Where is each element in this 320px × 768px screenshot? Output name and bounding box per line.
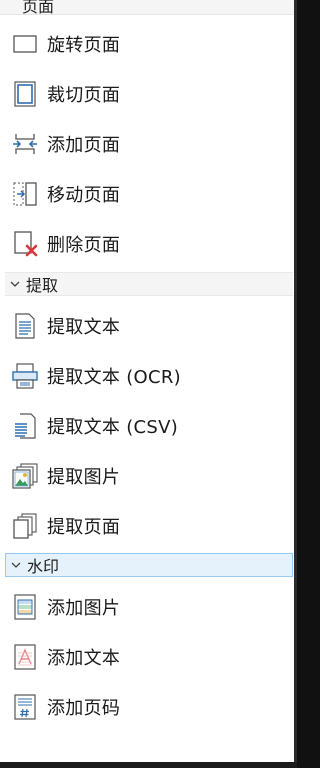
add-image-watermark-icon <box>12 594 38 620</box>
extract-pages-label: 提取页面 <box>47 517 121 538</box>
delete-page-icon <box>12 231 38 257</box>
delete-page-label: 删除页面 <box>47 235 121 256</box>
delete-page-item[interactable]: 删除页面 <box>0 224 294 264</box>
extract-images-icon <box>12 463 38 489</box>
extract-text-csv-label: 提取文本 (CSV) <box>47 417 179 438</box>
extract-text-icon <box>12 313 38 339</box>
extract-text-label: 提取文本 <box>47 317 121 338</box>
extract-text-ocr-label: 提取文本 (OCR) <box>47 367 182 388</box>
add-text-watermark-item[interactable]: 添加文本 <box>0 637 294 677</box>
extract-text-ocr-icon <box>12 363 38 389</box>
tools-panel: 页面 旋转页面 裁切页面 添加页面 移动页面 删除页面 提取 提取文本 提取文本… <box>0 0 294 762</box>
add-page-icon <box>12 131 38 157</box>
section-title-watermark: 水印 <box>27 557 60 576</box>
extract-text-csv-item[interactable]: 提取文本 (CSV) <box>0 406 294 446</box>
add-page-number-label: 添加页码 <box>47 698 121 719</box>
crop-page-item[interactable]: 裁切页面 <box>0 74 294 114</box>
rotate-page-label: 旋转页面 <box>47 35 121 56</box>
move-page-label: 移动页面 <box>47 185 121 206</box>
extract-text-item[interactable]: 提取文本 <box>0 306 294 346</box>
move-page-item[interactable]: 移动页面 <box>0 174 294 214</box>
extract-text-ocr-item[interactable]: 提取文本 (OCR) <box>0 356 294 396</box>
extract-pages-item[interactable]: 提取页面 <box>0 506 294 546</box>
crop-page-label: 裁切页面 <box>47 85 121 106</box>
section-title-extract: 提取 <box>26 276 59 295</box>
add-text-watermark-label: 添加文本 <box>47 648 121 669</box>
add-image-watermark-label: 添加图片 <box>47 598 121 619</box>
add-text-watermark-icon <box>12 644 38 670</box>
add-page-label: 添加页面 <box>47 135 121 156</box>
extract-images-label: 提取图片 <box>47 467 121 488</box>
rotate-page-icon <box>12 31 38 57</box>
chevron-down-icon <box>8 277 22 291</box>
rotate-page-item[interactable]: 旋转页面 <box>0 24 294 64</box>
add-image-watermark-item[interactable]: 添加图片 <box>0 587 294 627</box>
panel-right-edge <box>294 0 297 768</box>
crop-page-icon <box>12 81 38 107</box>
chevron-down-icon <box>9 558 23 572</box>
add-page-item[interactable]: 添加页面 <box>0 124 294 164</box>
section-header-extract[interactable]: 提取 <box>5 272 293 296</box>
extract-images-item[interactable]: 提取图片 <box>0 456 294 496</box>
section-header-page[interactable]: 页面 <box>0 0 294 16</box>
add-page-number-item[interactable]: 添加页码 <box>0 687 294 727</box>
section-title-page: 页面 <box>22 0 55 16</box>
section-header-watermark[interactable]: 水印 <box>5 553 293 577</box>
extract-text-csv-icon <box>12 413 38 439</box>
panel-bottom-edge <box>0 762 297 768</box>
move-page-icon <box>12 181 38 207</box>
extract-pages-icon <box>12 513 38 539</box>
add-page-number-icon <box>12 694 38 720</box>
